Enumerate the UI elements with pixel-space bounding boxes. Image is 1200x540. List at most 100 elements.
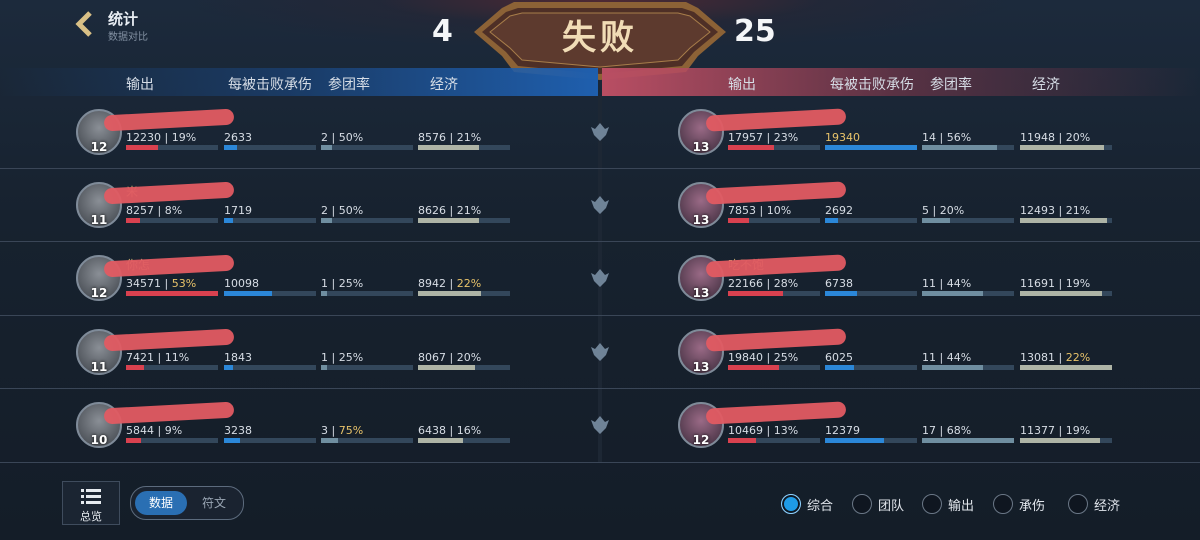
separator: | [328,424,339,437]
damage-stat-value: 5844 [126,424,154,437]
kill-participation-bar [321,365,413,370]
damage-stat: 5844 | 9% [126,424,182,437]
damage-stat: 34571 | 53% [126,277,196,290]
kill-participation-stat: 11 | 44% [922,277,971,290]
gold-stat: 11691 | 19% [1020,277,1090,290]
kill-participation-bar [321,218,413,223]
kill-participation-bar [321,145,413,150]
damage-taken-stat: 12379 [825,424,860,437]
kill-participation-stat-percent: 75% [338,424,364,437]
damage-taken-stat: 1719 [224,204,252,217]
radio-dot-icon [1068,494,1088,514]
kill-participation-stat: 17 | 68% [922,424,971,437]
jungle-icon [591,196,609,214]
damage-taken-value: 6025 [825,351,853,364]
damage-taken-stat: 2633 [224,131,252,144]
gold-bar-fill [1020,218,1107,223]
gold-stat-percent: 22% [456,277,482,290]
kill-participation-stat-value: 1 [321,351,328,364]
damage-bar [728,291,820,296]
divider [0,462,1200,463]
name-redaction [103,254,235,278]
filter-label: 综合 [807,499,834,514]
kill-participation-stat-value: 2 [321,131,328,144]
col-header-kill-participation: 参团率 [328,77,370,93]
separator: | [1055,277,1066,290]
damage-stat-percent: 25% [773,351,799,364]
damage-stat-percent: 11% [164,351,190,364]
damage-bar-fill [126,145,158,150]
damage-bar-fill [728,365,779,370]
runes-tab[interactable]: 符文 [189,491,239,515]
gold-bar [1020,145,1112,150]
damage-bar-fill [126,218,140,223]
kill-participation-stat-value: 3 [321,424,328,437]
gold-bar [418,145,510,150]
kill-participation-stat: 2 | 50% [321,204,363,217]
separator: | [1055,204,1066,217]
damage-stat-value: 22166 [728,277,763,290]
damage-taken-bar [224,438,316,443]
damage-stat-percent: 9% [164,424,183,437]
damage-stat: 17957 | 23% [728,131,798,144]
damage-taken-bar-fill [825,291,857,296]
separator: | [936,277,947,290]
kill-participation-stat-value: 11 [922,277,936,290]
data-runes-toggle: 数据 符文 [130,486,244,520]
gold-bar [1020,291,1112,296]
gold-stat: 8067 | 20% [418,351,481,364]
col-header-kill-participation: 参团率 [930,77,972,93]
damage-stat-percent: 8% [164,204,183,217]
gold-bar-fill [418,291,481,296]
separator: | [936,351,947,364]
damage-stat-value: 12230 [126,131,161,144]
kill-participation-bar-fill [922,438,1014,443]
damage-stat: 7421 | 11% [126,351,189,364]
kill-participation-stat-percent: 68% [946,424,972,437]
kill-participation-bar-fill [321,291,327,296]
gold-bar-fill [418,365,475,370]
right-team-kills: 25 [734,14,776,49]
damage-taken-bar-fill [825,218,838,223]
name-redaction [705,328,847,352]
row-divider [0,388,1200,389]
back-arrow-icon[interactable] [74,10,96,38]
gold-stat-value: 8576 [418,131,446,144]
damage-bar [126,291,218,296]
kill-participation-bar [922,145,1014,150]
damage-stat: 22166 | 28% [728,277,798,290]
page-title: 统计 [108,10,139,28]
kill-participation-bar-fill [922,145,997,150]
separator: | [756,204,767,217]
damage-stat: 19840 | 25% [728,351,798,364]
name-redaction [705,401,847,425]
damage-taken-stat: 10098 [224,277,259,290]
separator: | [936,424,947,437]
damage-taken-bar [825,218,917,223]
page-subtitle: 数据对比 [108,32,148,43]
gold-stat-value: 6438 [418,424,446,437]
gold-stat-percent: 21% [1065,204,1091,217]
separator: | [446,277,457,290]
name-redaction [103,401,235,425]
gold-stat-percent: 22% [1065,351,1091,364]
damage-taken-bar-fill [825,145,917,150]
damage-bar-fill [728,438,756,443]
damage-bar [728,365,820,370]
gold-bar [418,365,510,370]
radio-dot-icon [852,494,872,514]
damage-taken-bar-fill [825,365,854,370]
kill-participation-bar-fill [321,438,338,443]
overview-button[interactable]: 总览 [62,481,120,525]
separator: | [763,277,774,290]
damage-taken-stat: 6025 [825,351,853,364]
gold-stat: 8576 | 21% [418,131,481,144]
damage-stat-percent: 10% [766,204,792,217]
kill-participation-stat-percent: 44% [946,351,972,364]
row-divider [0,241,1200,242]
hero-level: 13 [692,140,710,154]
kill-participation-stat: 1 | 25% [321,277,363,290]
damage-stat: 7853 | 10% [728,204,791,217]
damage-taken-bar [224,365,316,370]
data-tab[interactable]: 数据 [135,491,187,515]
